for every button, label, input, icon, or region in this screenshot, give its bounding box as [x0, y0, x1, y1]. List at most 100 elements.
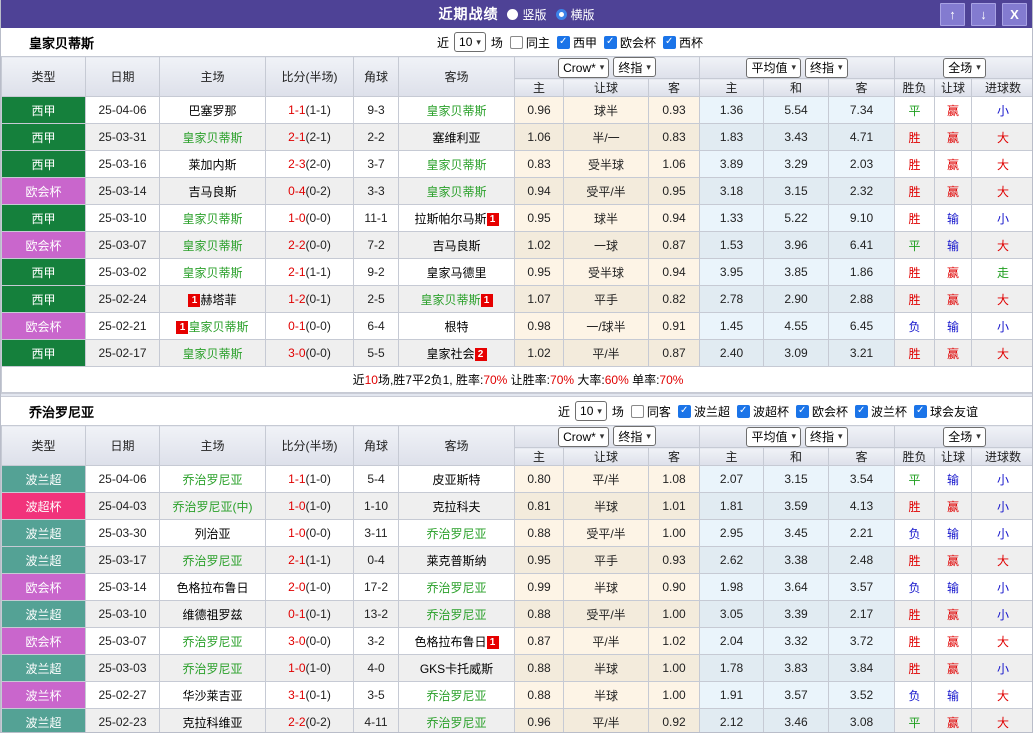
odds-cell: 1.02	[514, 231, 564, 259]
league-checkbox[interactable]	[556, 35, 570, 49]
odds-source-select[interactable]: 平均值 ▾	[746, 426, 801, 447]
column-header: 角球	[353, 425, 399, 466]
odds-source-select[interactable]: 全场 ▾	[943, 57, 986, 78]
odds-cell: 1.36	[699, 96, 764, 124]
odds-source-select[interactable]: 终指 ▾	[613, 57, 656, 78]
corners-cell: 13-2	[353, 600, 399, 628]
league-label: 波兰超	[693, 404, 730, 419]
layout-radio-horizontal[interactable]: 横版	[555, 6, 595, 23]
league-type-cell: 波超杯	[1, 492, 86, 520]
odds-source-select[interactable]: Crow* ▾	[558, 426, 610, 447]
column-subheader: 进球数	[971, 78, 1032, 97]
odds-cell: 0.88	[514, 600, 564, 628]
full-time-score: 2-3	[288, 157, 306, 171]
odds-cell: 0.94	[648, 204, 700, 232]
league-checkbox[interactable]	[662, 35, 676, 49]
match-row: 西甲 25-03-31 皇家贝蒂斯 2-1(2-1) 2-2 塞维利亚 1.06 半/一 0.8…	[1, 123, 1032, 151]
layout-radio-vertical[interactable]: 竖版	[507, 6, 547, 23]
odds-cell: 1.00	[648, 654, 700, 682]
league-checkbox[interactable]	[603, 35, 617, 49]
odds-source-select[interactable]: Crow* ▾	[558, 57, 610, 78]
away-team: 乔治罗尼亚	[398, 519, 515, 547]
full-time-score: 3-1	[288, 688, 306, 702]
goals-result-cell: 大	[971, 546, 1032, 574]
team-text: 塞维利亚	[432, 130, 481, 145]
odds-source-select[interactable]: 终指 ▾	[805, 57, 848, 78]
league-checkbox[interactable]	[795, 404, 809, 418]
league-type-cell: 波兰超	[1, 546, 86, 574]
home-team: 色格拉布鲁日	[159, 573, 266, 601]
odds-cell: 球半	[563, 96, 649, 124]
home-team: 1 赫塔菲	[159, 285, 266, 313]
league-checkbox[interactable]	[914, 404, 927, 418]
handicap-result-cell: 输	[934, 573, 973, 601]
select-value: Crow*	[563, 429, 596, 444]
odds-source-select[interactable]: 终指 ▾	[805, 426, 848, 447]
odds-source-select[interactable]: 平均值 ▾	[746, 57, 801, 78]
scroll-down-button[interactable]: ↓	[971, 2, 996, 26]
odds-cell: 1.98	[699, 573, 764, 601]
away-team: 拉斯帕尔马斯 1	[398, 204, 515, 232]
summary-segment: 场,胜7平2负1, 胜率:	[377, 373, 484, 387]
league-label: 西杯	[678, 35, 703, 50]
odds-cell: 3.45	[763, 519, 829, 547]
radio-horizontal-label: 横版	[570, 7, 595, 22]
home-team: 皇家贝蒂斯	[159, 204, 266, 232]
recent-count-select[interactable]: 10 ▾	[454, 32, 486, 52]
table-header-row: 类型 日期 主场 比分(半场) 角球 客场 Crow* ▾ 终指 ▾ 平均值 ▾ 终指 ▾ 全场 ▾	[1, 425, 1032, 466]
goals-result-cell: 小	[971, 465, 1032, 493]
goals-result-cell: 大	[971, 285, 1032, 313]
column-subheader: 客	[827, 447, 896, 466]
close-button[interactable]: X	[1002, 2, 1027, 26]
league-type-cell: 西甲	[1, 204, 86, 232]
odds-cell: 1.33	[699, 204, 764, 232]
odds-cell: 受半球	[563, 150, 649, 178]
full-time-score: 2-0	[288, 580, 306, 594]
half-time-score: (0-2)	[305, 184, 331, 198]
radio-checked-icon[interactable]	[555, 8, 567, 20]
corners-cell: 1-10	[353, 492, 399, 520]
recent-count-select[interactable]: 10 ▾	[575, 401, 607, 421]
radio-unchecked-icon[interactable]	[507, 8, 519, 20]
recent-results-window: 近期战绩 竖版 横版 ↑ ↓ X 皇家贝蒂斯 近10▾场同主西甲欧会杯西杯 类型…	[0, 0, 1033, 733]
team-text: 皇家贝蒂斯	[182, 346, 243, 361]
league-checkbox[interactable]	[854, 404, 868, 418]
half-time-score: (1-0)	[305, 580, 331, 594]
full-time-score: 1-2	[288, 292, 306, 306]
team-name: 乔治罗尼亚	[29, 404, 95, 420]
half-time-score: (1-0)	[305, 661, 331, 675]
same-venue-checkbox[interactable]	[509, 35, 523, 49]
league-type-cell: 西甲	[1, 96, 86, 124]
odds-group-header: 全场 ▾	[894, 56, 1032, 79]
odds-source-select[interactable]: 终指 ▾	[613, 426, 656, 447]
league-type-cell: 欧会杯	[1, 231, 86, 259]
league-checkbox[interactable]	[677, 404, 691, 418]
league-type-cell: 西甲	[1, 258, 86, 286]
odds-cell: 平手	[563, 285, 649, 313]
column-header: 主场	[159, 425, 266, 466]
odds-cell: 2.04	[699, 627, 764, 655]
odds-cell: 3.85	[763, 258, 829, 286]
odds-cell: 0.91	[648, 312, 700, 340]
odds-cell: 0.90	[648, 573, 700, 601]
full-time-score: 0-4	[288, 184, 306, 198]
select-value: 平均值	[751, 430, 788, 444]
scroll-up-button[interactable]: ↑	[940, 2, 965, 26]
team-bar: 乔治罗尼亚 近 10▾ 场 同客 波兰超 波超杯 欧会杯 波兰杯 球会友谊	[1, 397, 1032, 425]
league-checkbox[interactable]	[736, 404, 750, 418]
odds-cell: 0.92	[648, 708, 700, 732]
team-text: 皮亚斯特	[432, 472, 481, 487]
full-time-score: 3-0	[288, 634, 306, 648]
match-date: 25-04-03	[85, 492, 160, 520]
corners-cell: 2-5	[353, 285, 399, 313]
team-text: 皇家贝蒂斯	[182, 265, 243, 280]
select-value: 终指	[618, 429, 643, 444]
odds-cell: 0.82	[648, 285, 700, 313]
half-time-score: (0-1)	[305, 292, 331, 306]
away-team: 皮亚斯特	[398, 465, 515, 493]
team-text: 吉马良斯	[432, 238, 481, 253]
odds-source-select[interactable]: 全场 ▾	[943, 426, 986, 447]
chevron-down-icon: ▾	[791, 431, 796, 441]
column-subheader: 让球	[934, 78, 973, 97]
same-venue-checkbox[interactable]	[630, 404, 644, 418]
